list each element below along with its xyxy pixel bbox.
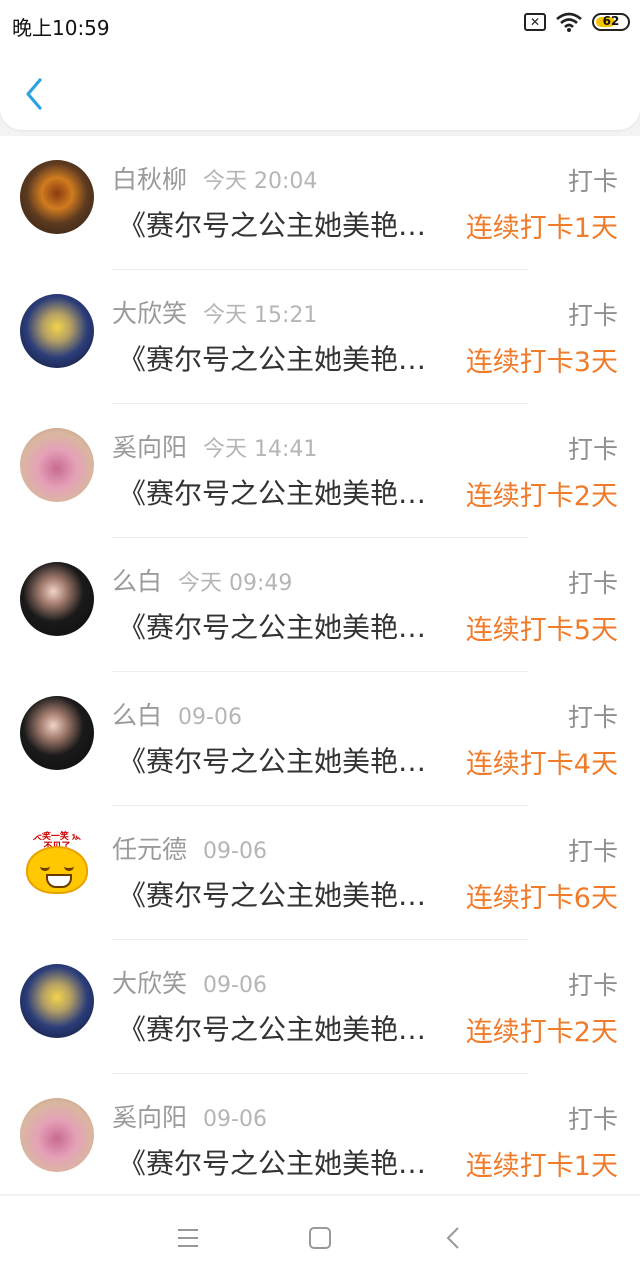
status-time: 晚上10:59 bbox=[12, 16, 110, 40]
streak-text: 连续打卡3天 bbox=[465, 347, 618, 378]
user-name: 任元德 09-06 bbox=[112, 835, 267, 864]
checkin-label: 打卡 bbox=[567, 971, 618, 1000]
list-item[interactable]: 奚向阳 今天 14:41 打卡 《赛尔号之公主她美艳… 连续打卡2天 bbox=[0, 404, 640, 538]
avatar[interactable] bbox=[20, 428, 94, 502]
battery-level: 62 bbox=[602, 14, 620, 28]
system-nav-bar bbox=[0, 1196, 640, 1280]
cat-face-icon bbox=[26, 846, 88, 894]
list-item[interactable]: 大欣笑 今天 15:21 打卡 《赛尔号之公主她美艳… 连续打卡3天 bbox=[0, 270, 640, 404]
avatar[interactable]: 今天笑一笑 烦恼不见了 bbox=[20, 830, 94, 904]
sim-x-icon: ✕ bbox=[524, 13, 546, 31]
list-item[interactable]: 么白 09-06 打卡 《赛尔号之公主她美艳… 连续打卡4天 bbox=[0, 672, 640, 806]
avatar[interactable] bbox=[20, 562, 94, 636]
chevron-left-icon bbox=[26, 78, 42, 110]
book-title[interactable]: 《赛尔号之公主她美艳… bbox=[118, 472, 426, 512]
avatar[interactable] bbox=[20, 160, 94, 234]
battery-icon: 62 bbox=[592, 13, 630, 31]
user-name: 奚向阳 今天 14:41 bbox=[112, 433, 318, 462]
menu-button[interactable] bbox=[168, 1222, 208, 1254]
list-item[interactable]: 白秋柳 今天 20:04 打卡 《赛尔号之公主她美艳… 连续打卡1天 bbox=[0, 136, 640, 270]
book-title[interactable]: 《赛尔号之公主她美艳… bbox=[118, 1142, 426, 1182]
checkin-label: 打卡 bbox=[567, 1105, 618, 1134]
home-button[interactable] bbox=[300, 1222, 340, 1254]
nav-back-button[interactable] bbox=[434, 1222, 474, 1254]
streak-text: 连续打卡4天 bbox=[465, 749, 618, 780]
user-name: 白秋柳 今天 20:04 bbox=[112, 165, 318, 194]
post-time: 09-06 bbox=[203, 839, 267, 864]
book-title[interactable]: 《赛尔号之公主她美艳… bbox=[118, 606, 426, 646]
streak-text: 连续打卡2天 bbox=[465, 481, 618, 512]
post-time: 今天 14:41 bbox=[203, 437, 318, 462]
streak-text: 连续打卡5天 bbox=[465, 615, 618, 646]
home-square-icon bbox=[309, 1227, 331, 1249]
back-button[interactable] bbox=[16, 74, 56, 114]
post-time: 09-06 bbox=[203, 1107, 267, 1132]
status-bar: 晚上10:59 ✕ 62 bbox=[0, 0, 640, 50]
book-title[interactable]: 《赛尔号之公主她美艳… bbox=[118, 204, 426, 244]
checkin-label: 打卡 bbox=[567, 569, 618, 598]
avatar[interactable] bbox=[20, 294, 94, 368]
avatar[interactable] bbox=[20, 1098, 94, 1172]
streak-text: 连续打卡2天 bbox=[465, 1017, 618, 1048]
checkin-list: 白秋柳 今天 20:04 打卡 《赛尔号之公主她美艳… 连续打卡1天 大欣笑 今天 … bbox=[0, 136, 640, 1194]
post-time: 今天 15:21 bbox=[203, 303, 318, 328]
avatar[interactable] bbox=[20, 696, 94, 770]
list-item[interactable]: 么白 今天 09:49 打卡 《赛尔号之公主她美艳… 连续打卡5天 bbox=[0, 538, 640, 672]
post-time: 09-06 bbox=[178, 705, 242, 730]
checkin-label: 打卡 bbox=[567, 435, 618, 464]
user-name: 大欣笑 今天 15:21 bbox=[112, 299, 318, 328]
avatar[interactable] bbox=[20, 964, 94, 1038]
top-bar bbox=[0, 50, 640, 130]
streak-text: 连续打卡1天 bbox=[465, 1151, 618, 1182]
streak-text: 连续打卡6天 bbox=[465, 883, 618, 914]
user-name: 么白 今天 09:49 bbox=[112, 567, 293, 596]
user-name: 大欣笑 09-06 bbox=[112, 969, 267, 998]
menu-icon bbox=[178, 1229, 198, 1247]
post-time: 今天 20:04 bbox=[203, 169, 318, 194]
post-time: 09-06 bbox=[203, 973, 267, 998]
streak-text: 连续打卡1天 bbox=[465, 213, 618, 244]
book-title[interactable]: 《赛尔号之公主她美艳… bbox=[118, 740, 426, 780]
book-title[interactable]: 《赛尔号之公主她美艳… bbox=[118, 338, 426, 378]
checkin-label: 打卡 bbox=[567, 703, 618, 732]
list-item[interactable]: 奚向阳 09-06 打卡 《赛尔号之公主她美艳… 连续打卡1天 bbox=[0, 1074, 640, 1194]
book-title[interactable]: 《赛尔号之公主她美艳… bbox=[118, 1008, 426, 1048]
user-name: 奚向阳 09-06 bbox=[112, 1103, 267, 1132]
checkin-label: 打卡 bbox=[567, 837, 618, 866]
checkin-label: 打卡 bbox=[567, 301, 618, 330]
checkin-label: 打卡 bbox=[567, 167, 618, 196]
back-triangle-icon bbox=[447, 1227, 459, 1249]
status-icons: ✕ 62 bbox=[524, 12, 630, 32]
user-name: 么白 09-06 bbox=[112, 701, 242, 730]
list-item[interactable]: 大欣笑 09-06 打卡 《赛尔号之公主她美艳… 连续打卡2天 bbox=[0, 940, 640, 1074]
list-item[interactable]: 今天笑一笑 烦恼不见了 任元德09-06 打卡 《赛尔号之公主她美艳… 连续打卡… bbox=[0, 806, 640, 940]
post-time: 今天 09:49 bbox=[178, 571, 293, 596]
wifi-icon bbox=[556, 12, 582, 32]
book-title[interactable]: 《赛尔号之公主她美艳… bbox=[118, 874, 426, 914]
